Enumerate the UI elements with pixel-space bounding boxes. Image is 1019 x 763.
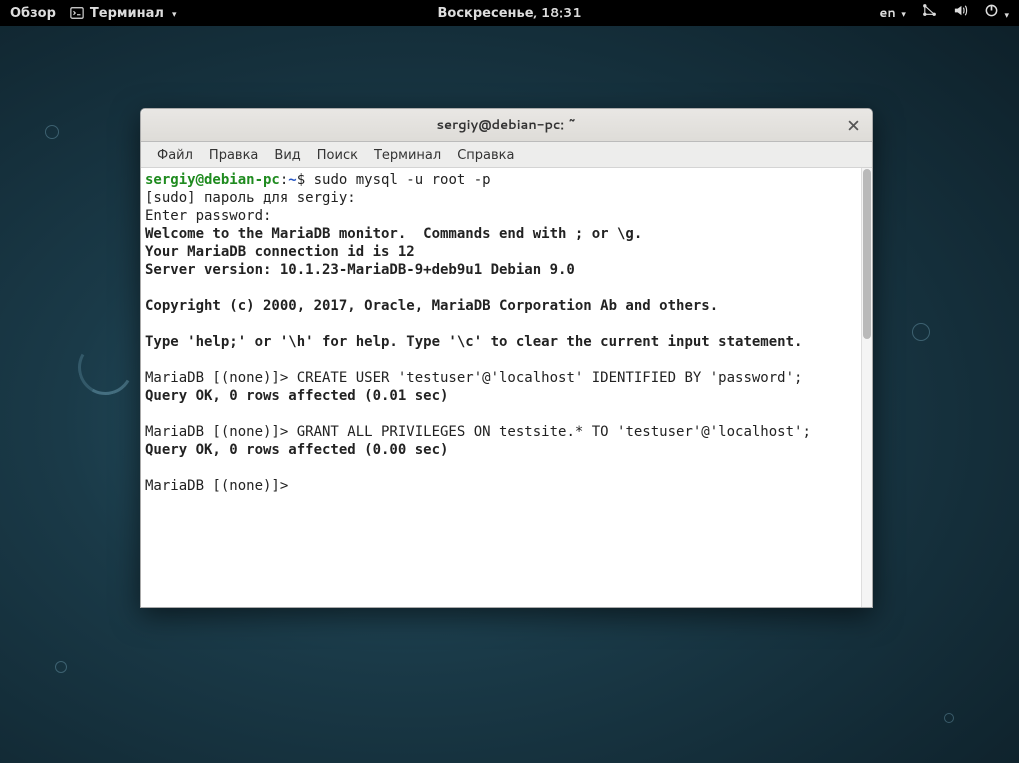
- wallpaper-swoosh: [72, 334, 139, 401]
- terminal-icon: [70, 6, 84, 20]
- menu-terminal[interactable]: Терминал: [366, 143, 449, 167]
- menu-view[interactable]: Вид: [266, 143, 308, 167]
- top-panel: Обзор Терминал ▾ Воскресенье, 18:31 en ▾…: [0, 0, 1019, 26]
- active-app-indicator[interactable]: Терминал ▾: [70, 4, 177, 22]
- keyboard-layout-indicator[interactable]: en ▾: [879, 4, 906, 22]
- network-icon[interactable]: [922, 3, 937, 23]
- volume-icon[interactable]: [953, 3, 968, 23]
- power-icon[interactable]: ▾: [984, 3, 1009, 23]
- wallpaper-bubble: [944, 713, 954, 723]
- chevron-down-icon: ▾: [172, 7, 177, 20]
- menu-file[interactable]: Файл: [149, 143, 201, 167]
- terminal-output: sergiy@debian-pc:~$ sudo mysql -u root -…: [145, 171, 868, 495]
- terminal-window: sergiy@debian-pc: ~ Файл Правка Вид Поис…: [140, 108, 873, 608]
- menu-edit[interactable]: Правка: [201, 143, 266, 167]
- menu-search[interactable]: Поиск: [309, 143, 366, 167]
- chevron-down-icon: ▾: [1004, 8, 1009, 21]
- wallpaper-bubble: [55, 661, 67, 673]
- close-button[interactable]: [844, 116, 862, 134]
- active-app-name: Терминал: [90, 4, 164, 22]
- chevron-down-icon: ▾: [901, 7, 906, 20]
- clock[interactable]: Воскресенье, 18:31: [438, 4, 582, 22]
- menu-bar: Файл Правка Вид Поиск Терминал Справка: [141, 142, 872, 168]
- terminal-scrollbar[interactable]: [861, 168, 872, 607]
- activities-button[interactable]: Обзор: [10, 4, 56, 22]
- window-title: sergiy@debian-pc: ~: [437, 116, 577, 134]
- wallpaper-bubble: [45, 125, 59, 139]
- terminal-textarea[interactable]: sergiy@debian-pc:~$ sudo mysql -u root -…: [141, 168, 872, 607]
- menu-help[interactable]: Справка: [449, 143, 522, 167]
- close-icon: [848, 120, 859, 131]
- window-titlebar[interactable]: sergiy@debian-pc: ~: [141, 109, 872, 142]
- wallpaper-bubble: [912, 323, 930, 341]
- scrollbar-thumb[interactable]: [863, 169, 871, 339]
